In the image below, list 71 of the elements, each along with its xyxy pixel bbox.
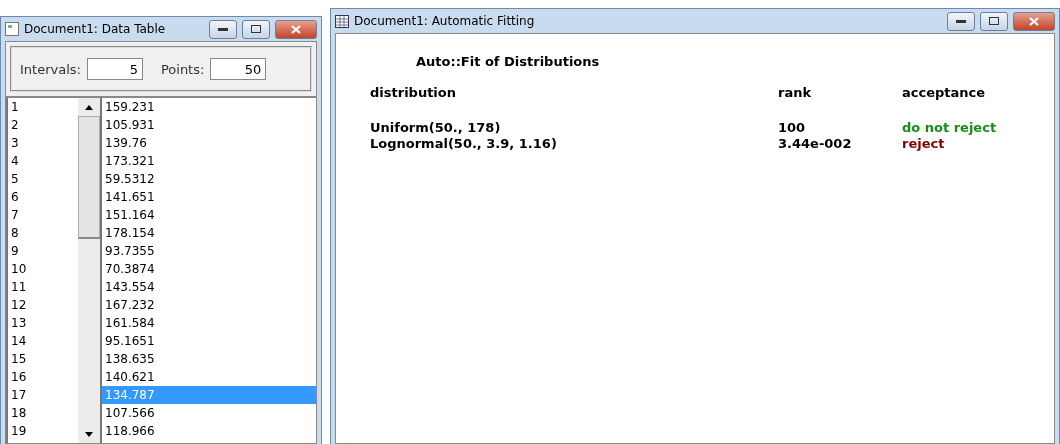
value-cell[interactable]: 143.554 (102, 278, 316, 296)
value-cell[interactable]: 138.635 (102, 350, 316, 368)
rank-text: 3.44e-002 (778, 136, 853, 152)
row-number: 2 (10, 117, 20, 134)
minimize-icon (218, 27, 228, 31)
row-number: 6 (10, 189, 20, 206)
row-number: 10 (10, 261, 28, 278)
scrollbar[interactable] (78, 98, 102, 443)
points-field[interactable]: 50 (210, 58, 267, 80)
value-cell[interactable]: 95.1651 (102, 332, 316, 350)
row-number: 18 (10, 405, 28, 422)
maximize-button[interactable] (980, 11, 1008, 31)
row-number: 15 (10, 351, 28, 368)
close-button[interactable] (1013, 11, 1055, 31)
intervals-label: Intervals: (20, 61, 81, 77)
scroll-up-icon[interactable] (85, 104, 93, 110)
table-icon (335, 14, 349, 28)
points-label: Points: (160, 61, 205, 77)
close-button[interactable] (275, 19, 317, 39)
window-title: Document1: Automatic Fitting (354, 14, 536, 28)
value-cell[interactable]: 107.566 (102, 404, 316, 422)
row-number: 19 (10, 423, 28, 440)
acceptance-text: reject (902, 136, 946, 152)
minimize-icon (956, 19, 966, 23)
value-cell[interactable]: 173.321 (102, 152, 316, 170)
value-cell[interactable]: 178.154 (102, 224, 316, 242)
acceptance-text: do not reject (902, 120, 998, 136)
report-heading: Auto::Fit of Distributions (416, 54, 601, 69)
row-number: 13 (10, 315, 28, 332)
row-number: 8 (10, 225, 20, 242)
window-title: Document1: Data Table (24, 22, 167, 36)
column-header: acceptance (902, 85, 987, 101)
value-cell[interactable]: 140.621 (102, 368, 316, 386)
value-cell[interactable]: 105.931 (102, 116, 316, 134)
close-icon (1029, 16, 1039, 26)
scroll-down-icon[interactable] (85, 431, 93, 437)
document-icon (5, 22, 19, 36)
row-number: 12 (10, 297, 28, 314)
value-cell[interactable]: 59.5312 (102, 170, 316, 188)
distribution-text: Uniform(50., 178) (370, 120, 502, 136)
row-number: 9 (10, 243, 20, 260)
column-header: distribution (370, 85, 457, 101)
value-cell[interactable]: 70.3874 (102, 260, 316, 278)
maximize-icon (989, 17, 999, 25)
distribution-text: Lognormal(50., 3.9, 1.16) (370, 136, 558, 152)
rank-text: 100 (778, 120, 807, 136)
scroll-thumb[interactable] (78, 116, 100, 239)
value-cell[interactable]: 139.76 (102, 134, 316, 152)
row-number: 4 (10, 153, 20, 170)
value-cell[interactable]: 141.651 (102, 188, 316, 206)
value-cell[interactable]: 118.966 (102, 422, 316, 440)
row-number: 5 (10, 171, 20, 188)
maximize-button[interactable] (242, 19, 270, 39)
row-number: 17 (10, 387, 28, 404)
row-number: 16 (10, 369, 28, 386)
value-cell[interactable]: 151.164 (102, 206, 316, 224)
row-number: 3 (10, 135, 20, 152)
row-number: 1 (10, 99, 20, 116)
row-number: 7 (10, 207, 20, 224)
value-cell[interactable]: 93.7355 (102, 242, 316, 260)
value-cell[interactable]: 159.231 (102, 98, 316, 116)
row-number: 11 (10, 279, 28, 296)
value-cell[interactable]: 167.232 (102, 296, 316, 314)
value-cell[interactable]: 161.584 (102, 314, 316, 332)
minimize-button[interactable] (209, 19, 237, 39)
maximize-icon (251, 25, 261, 33)
close-icon (291, 24, 301, 34)
row-number: 14 (10, 333, 28, 350)
column-header: rank (778, 85, 813, 101)
minimize-button[interactable] (947, 11, 975, 31)
intervals-field[interactable]: 5 (86, 58, 143, 80)
